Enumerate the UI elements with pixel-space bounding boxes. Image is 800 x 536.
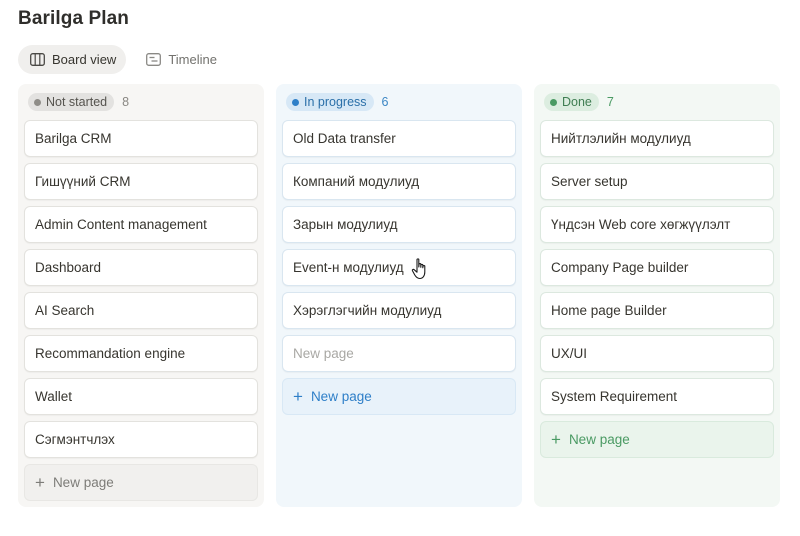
board-card[interactable]: System Requirement	[540, 378, 774, 415]
board-card[interactable]: Сэгмэнтчлэх	[24, 421, 258, 458]
status-label: Done	[562, 95, 592, 109]
status-dot-icon	[292, 98, 299, 106]
placeholder-card[interactable]: New page	[282, 335, 516, 372]
board-card[interactable]: Server setup	[540, 163, 774, 200]
board-card[interactable]: Dashboard	[24, 249, 258, 286]
status-badge[interactable]: In progress	[286, 93, 374, 111]
page-title: Barilga Plan	[18, 8, 130, 29]
view-tabs: Board view Timeline	[18, 45, 227, 74]
board-card[interactable]: Үндсэн Web core хөгжүүлэлт	[540, 206, 774, 243]
column-in-progress: In progress 6 Old Data transfer Компаний…	[276, 84, 522, 507]
board-card[interactable]: Wallet	[24, 378, 258, 415]
card-count: 6	[381, 95, 389, 109]
new-page-label: New page	[52, 475, 114, 490]
board-card[interactable]: Event-н модулиуд	[282, 249, 516, 286]
board-card[interactable]: Old Data transfer	[282, 120, 516, 157]
card-count: 8	[122, 95, 130, 109]
hand-pointer-icon	[411, 258, 429, 285]
timeline-icon	[146, 53, 162, 66]
plus-icon: +	[293, 387, 303, 406]
new-page-button[interactable]: + New page	[24, 464, 258, 501]
board-card[interactable]: Company Page builder	[540, 249, 774, 286]
board-card[interactable]: Гишүүний CRM	[24, 163, 258, 200]
board-card[interactable]: Компаний модулиуд	[282, 163, 516, 200]
column-done: Done 7 Нийтлэлийн модулиуд Server setup …	[534, 84, 780, 507]
board-card[interactable]: Нийтлэлийн модулиуд	[540, 120, 774, 157]
board-card[interactable]: Home page Builder	[540, 292, 774, 329]
board-view-icon	[30, 53, 45, 66]
status-badge[interactable]: Done	[544, 93, 599, 111]
board-card[interactable]: Barilga CRM	[24, 120, 258, 157]
board-card[interactable]: UX/UI	[540, 335, 774, 372]
new-page-label: New page	[310, 389, 372, 404]
board-card[interactable]: Admin Content management	[24, 206, 258, 243]
status-badge[interactable]: Not started	[28, 93, 115, 111]
tab-board-view[interactable]: Board view	[18, 45, 127, 74]
tab-label: Board view	[52, 52, 117, 67]
plus-icon: +	[551, 430, 561, 449]
status-dot-icon	[34, 98, 41, 106]
card-count: 7	[606, 95, 614, 109]
board-card[interactable]: Recommandation engine	[24, 335, 258, 372]
plus-icon: +	[35, 473, 45, 492]
new-page-label: New page	[568, 432, 630, 447]
tab-label: Timeline	[168, 52, 217, 67]
column-header: Done 7	[540, 91, 774, 113]
board-card[interactable]: Зарын модулиуд	[282, 206, 516, 243]
new-page-button[interactable]: + New page	[540, 421, 774, 458]
status-label: In progress	[304, 95, 367, 109]
status-label: Not started	[46, 95, 108, 109]
column-header: Not started 8	[24, 91, 258, 113]
tab-timeline[interactable]: Timeline	[134, 45, 227, 74]
board-card[interactable]: Хэрэглэгчийн модулиуд	[282, 292, 516, 329]
board-card[interactable]: AI Search	[24, 292, 258, 329]
column-header: In progress 6	[282, 91, 516, 113]
status-dot-icon	[550, 98, 557, 106]
column-not-started: Not started 8 Barilga CRM Гишүүний CRM A…	[18, 84, 264, 507]
kanban-board: Not started 8 Barilga CRM Гишүүний CRM A…	[18, 84, 780, 507]
new-page-button[interactable]: + New page	[282, 378, 516, 415]
